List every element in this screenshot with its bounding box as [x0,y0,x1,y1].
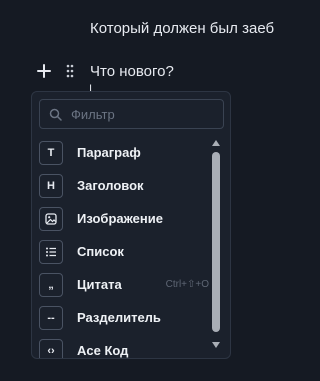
menu-scrollbar[interactable] [210,138,222,350]
menu-item-divider[interactable]: -- Разделитель [39,301,209,334]
current-line-text[interactable]: Что нового? [90,63,174,80]
menu-item-list[interactable]: Список [39,235,209,268]
menu-item-label: Разделитель [77,310,161,325]
menu-item-label: Цитата [77,277,122,292]
quote-shortcut: Ctrl+⇧+O [165,279,209,290]
menu-item-label: Параграф [77,145,141,160]
image-icon [39,206,63,231]
previous-editor-line: Который должен был заеб [90,20,275,37]
menu-item-quote[interactable]: „ Цитата Ctrl+⇧+O [39,268,209,301]
block-type-menu: T Параграф H Заголовок Изображение [31,91,231,359]
filter-input[interactable] [71,106,211,122]
partial-next-line: | [89,83,93,91]
plus-icon[interactable] [35,62,53,80]
menu-list: T Параграф H Заголовок Изображение Списо… [39,136,209,358]
menu-item-heading[interactable]: H Заголовок [39,169,209,202]
filter-field[interactable] [39,99,224,129]
menu-item-code[interactable]: ‹› Ace Код [39,334,209,358]
heading-icon: H [39,173,63,198]
menu-item-paragraph[interactable]: T Параграф [39,136,209,169]
search-icon [49,108,62,121]
scroll-down-arrow-icon[interactable] [211,340,221,349]
scroll-up-arrow-icon[interactable] [211,138,221,147]
menu-item-image[interactable]: Изображение [39,202,209,235]
menu-item-label: Заголовок [77,178,144,193]
scroll-thumb[interactable] [212,152,220,332]
drag-handle-icon[interactable] [63,62,77,80]
menu-item-label: Ace Код [77,343,129,358]
code-icon: ‹› [39,338,63,358]
current-editor-row: Что нового? [35,60,174,82]
list-icon [39,239,63,264]
paragraph-icon: T [39,140,63,165]
divider-icon: -- [39,305,63,330]
menu-item-label: Список [77,244,124,259]
quote-icon: „ [39,272,63,297]
menu-item-label: Изображение [77,211,163,226]
